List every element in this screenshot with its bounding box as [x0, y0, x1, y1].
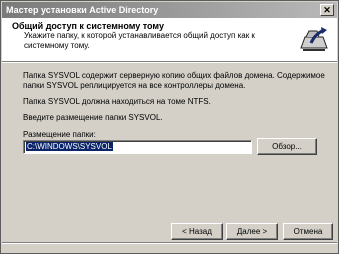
wizard-header: Общий доступ к системному тому Укажите п…	[2, 18, 337, 61]
close-icon: ✕	[323, 4, 331, 15]
header-separator	[2, 61, 337, 63]
back-button[interactable]: < Назад	[171, 223, 223, 240]
close-button[interactable]: ✕	[320, 4, 334, 16]
window-title: Мастер установки Active Directory	[6, 5, 159, 15]
title-bar[interactable]: Мастер установки Active Directory ✕	[2, 2, 337, 18]
browse-button[interactable]: Обзор...	[257, 138, 317, 155]
instruction-text: Введите размещение папки SYSVOL.	[23, 113, 163, 122]
footer-separator	[2, 242, 337, 244]
sysvol-info-line1: Папка SYSVOL содержит серверную копию об…	[23, 71, 325, 80]
page-title: Общий доступ к системному тому	[12, 21, 164, 31]
wizard-window: Мастер установки Active Directory ✕ Общи…	[0, 0, 339, 254]
folder-location-label: Размещение папки:	[23, 130, 96, 139]
page-description: Укажите папку, к которой устанавливается…	[24, 31, 255, 50]
ntfs-requirement-text: Папка SYSVOL должна находиться на томе N…	[23, 97, 211, 106]
sysvol-info-line2: папки SYSVOL реплицируется на все контро…	[23, 81, 246, 90]
cancel-button[interactable]: Отмена	[283, 223, 333, 240]
next-button[interactable]: Далее >	[226, 223, 278, 240]
folder-location-input[interactable]: C:\WINDOWS\SYSVOL	[23, 140, 252, 154]
folder-location-value: C:\WINDOWS\SYSVOL	[26, 142, 113, 151]
share-folder-icon	[297, 22, 331, 56]
